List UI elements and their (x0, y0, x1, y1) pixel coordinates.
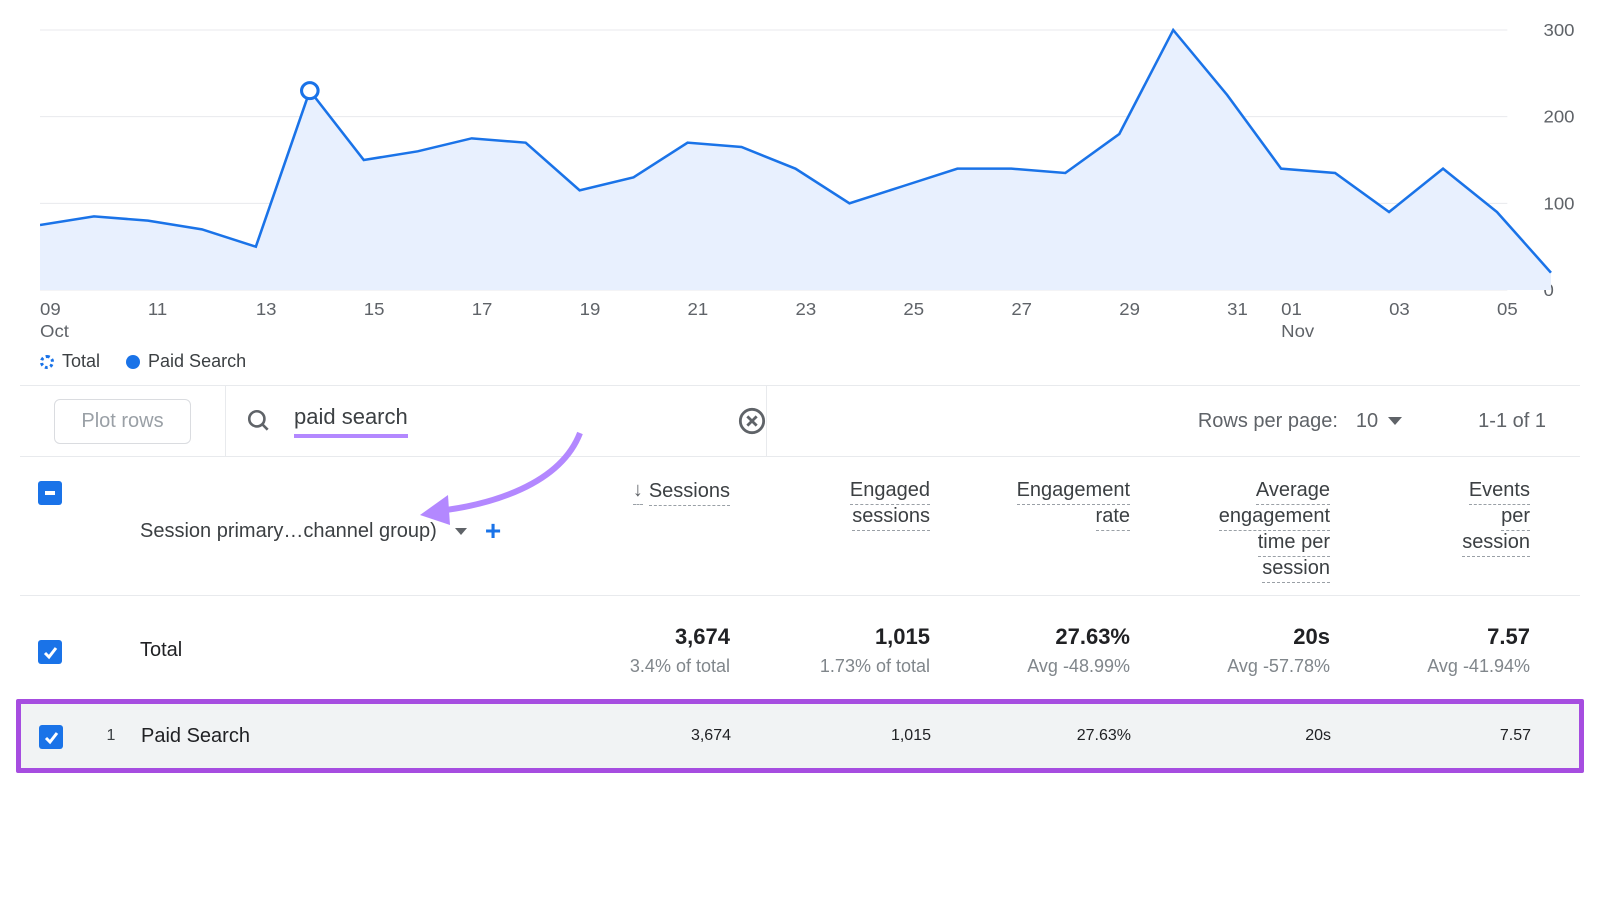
row-checkbox[interactable] (39, 725, 63, 749)
row-sessions: 3,674 (571, 727, 741, 745)
chart-legend: Total Paid Search (40, 345, 1590, 382)
plot-rows-button[interactable]: Plot rows (54, 399, 190, 444)
svg-text:03: 03 (1389, 298, 1410, 319)
dimension-header[interactable]: Session primary…channel group) + (140, 479, 570, 583)
row-index: 1 (81, 727, 141, 745)
svg-text:09: 09 (40, 298, 61, 319)
table-toolbar: Plot rows paid search Rows per page: 10 … (20, 385, 1580, 457)
svg-text:200: 200 (1544, 106, 1575, 127)
svg-text:300: 300 (1544, 19, 1575, 40)
rows-per-page: Rows per page: 10 1-1 of 1 (1198, 410, 1580, 433)
row-avg-eng-time: 20s (1141, 727, 1341, 745)
svg-text:100: 100 (1544, 193, 1575, 214)
chart-canvas: 0100200300091113151719212325272931010305… (40, 5, 1590, 345)
row-engagement-rate: 27.63% (941, 727, 1141, 745)
sessions-chart: 0100200300091113151719212325272931010305… (40, 5, 1590, 385)
svg-text:23: 23 (795, 298, 816, 319)
row-engaged-sessions: 1,015 (741, 727, 941, 745)
col-events-per-session[interactable]: Eventspersession (1340, 479, 1540, 583)
sort-descending-icon: ↓ (633, 479, 643, 505)
rows-per-page-select[interactable]: 10 (1356, 410, 1402, 433)
search-icon (246, 408, 272, 434)
col-engagement-rate[interactable]: Engagementrate (940, 479, 1140, 583)
svg-text:31: 31 (1227, 298, 1248, 319)
legend-label-total: Total (62, 351, 100, 372)
table-header-row: Session primary…channel group) + ↓Sessio… (20, 457, 1580, 596)
legend-dot-paid (126, 355, 140, 369)
add-dimension-icon[interactable]: + (485, 515, 501, 547)
pagination-count: 1-1 of 1 (1478, 410, 1546, 433)
rows-per-page-label: Rows per page: (1198, 410, 1338, 433)
col-sessions[interactable]: ↓Sessions (570, 479, 740, 583)
svg-text:Nov: Nov (1281, 320, 1315, 341)
caret-down-icon (1388, 417, 1402, 425)
table-row[interactable]: 1 Paid Search 3,674 1,015 27.63% 20s 7.5… (16, 699, 1584, 773)
svg-text:19: 19 (580, 298, 601, 319)
col-engaged-sessions[interactable]: Engagedsessions (740, 479, 940, 583)
total-label: Total (140, 639, 182, 662)
svg-text:29: 29 (1119, 298, 1140, 319)
svg-text:Oct: Oct (40, 320, 69, 341)
table-total-row: Total 3,6743.4% of total 1,0151.73% of t… (20, 596, 1580, 695)
svg-text:21: 21 (688, 298, 709, 319)
row-events-per-session: 7.57 (1341, 727, 1541, 745)
caret-down-icon (455, 528, 467, 535)
row-dimension: Paid Search (141, 725, 250, 748)
svg-text:25: 25 (903, 298, 924, 319)
select-all-checkbox[interactable] (38, 481, 62, 505)
total-checkbox[interactable] (38, 640, 62, 664)
svg-text:13: 13 (256, 298, 277, 319)
svg-text:11: 11 (148, 298, 167, 319)
col-avg-eng-time[interactable]: Averageengagementtime persession (1140, 479, 1340, 583)
legend-label-paid: Paid Search (148, 351, 246, 372)
svg-text:15: 15 (364, 298, 385, 319)
metrics-table: Session primary…channel group) + ↓Sessio… (20, 457, 1580, 773)
svg-text:17: 17 (472, 298, 493, 319)
svg-text:27: 27 (1011, 298, 1032, 319)
search-input[interactable]: paid search (294, 404, 408, 438)
svg-text:01: 01 (1281, 298, 1302, 319)
svg-text:05: 05 (1497, 298, 1518, 319)
clear-search-icon[interactable] (738, 407, 766, 435)
legend-dot-total (40, 355, 54, 369)
